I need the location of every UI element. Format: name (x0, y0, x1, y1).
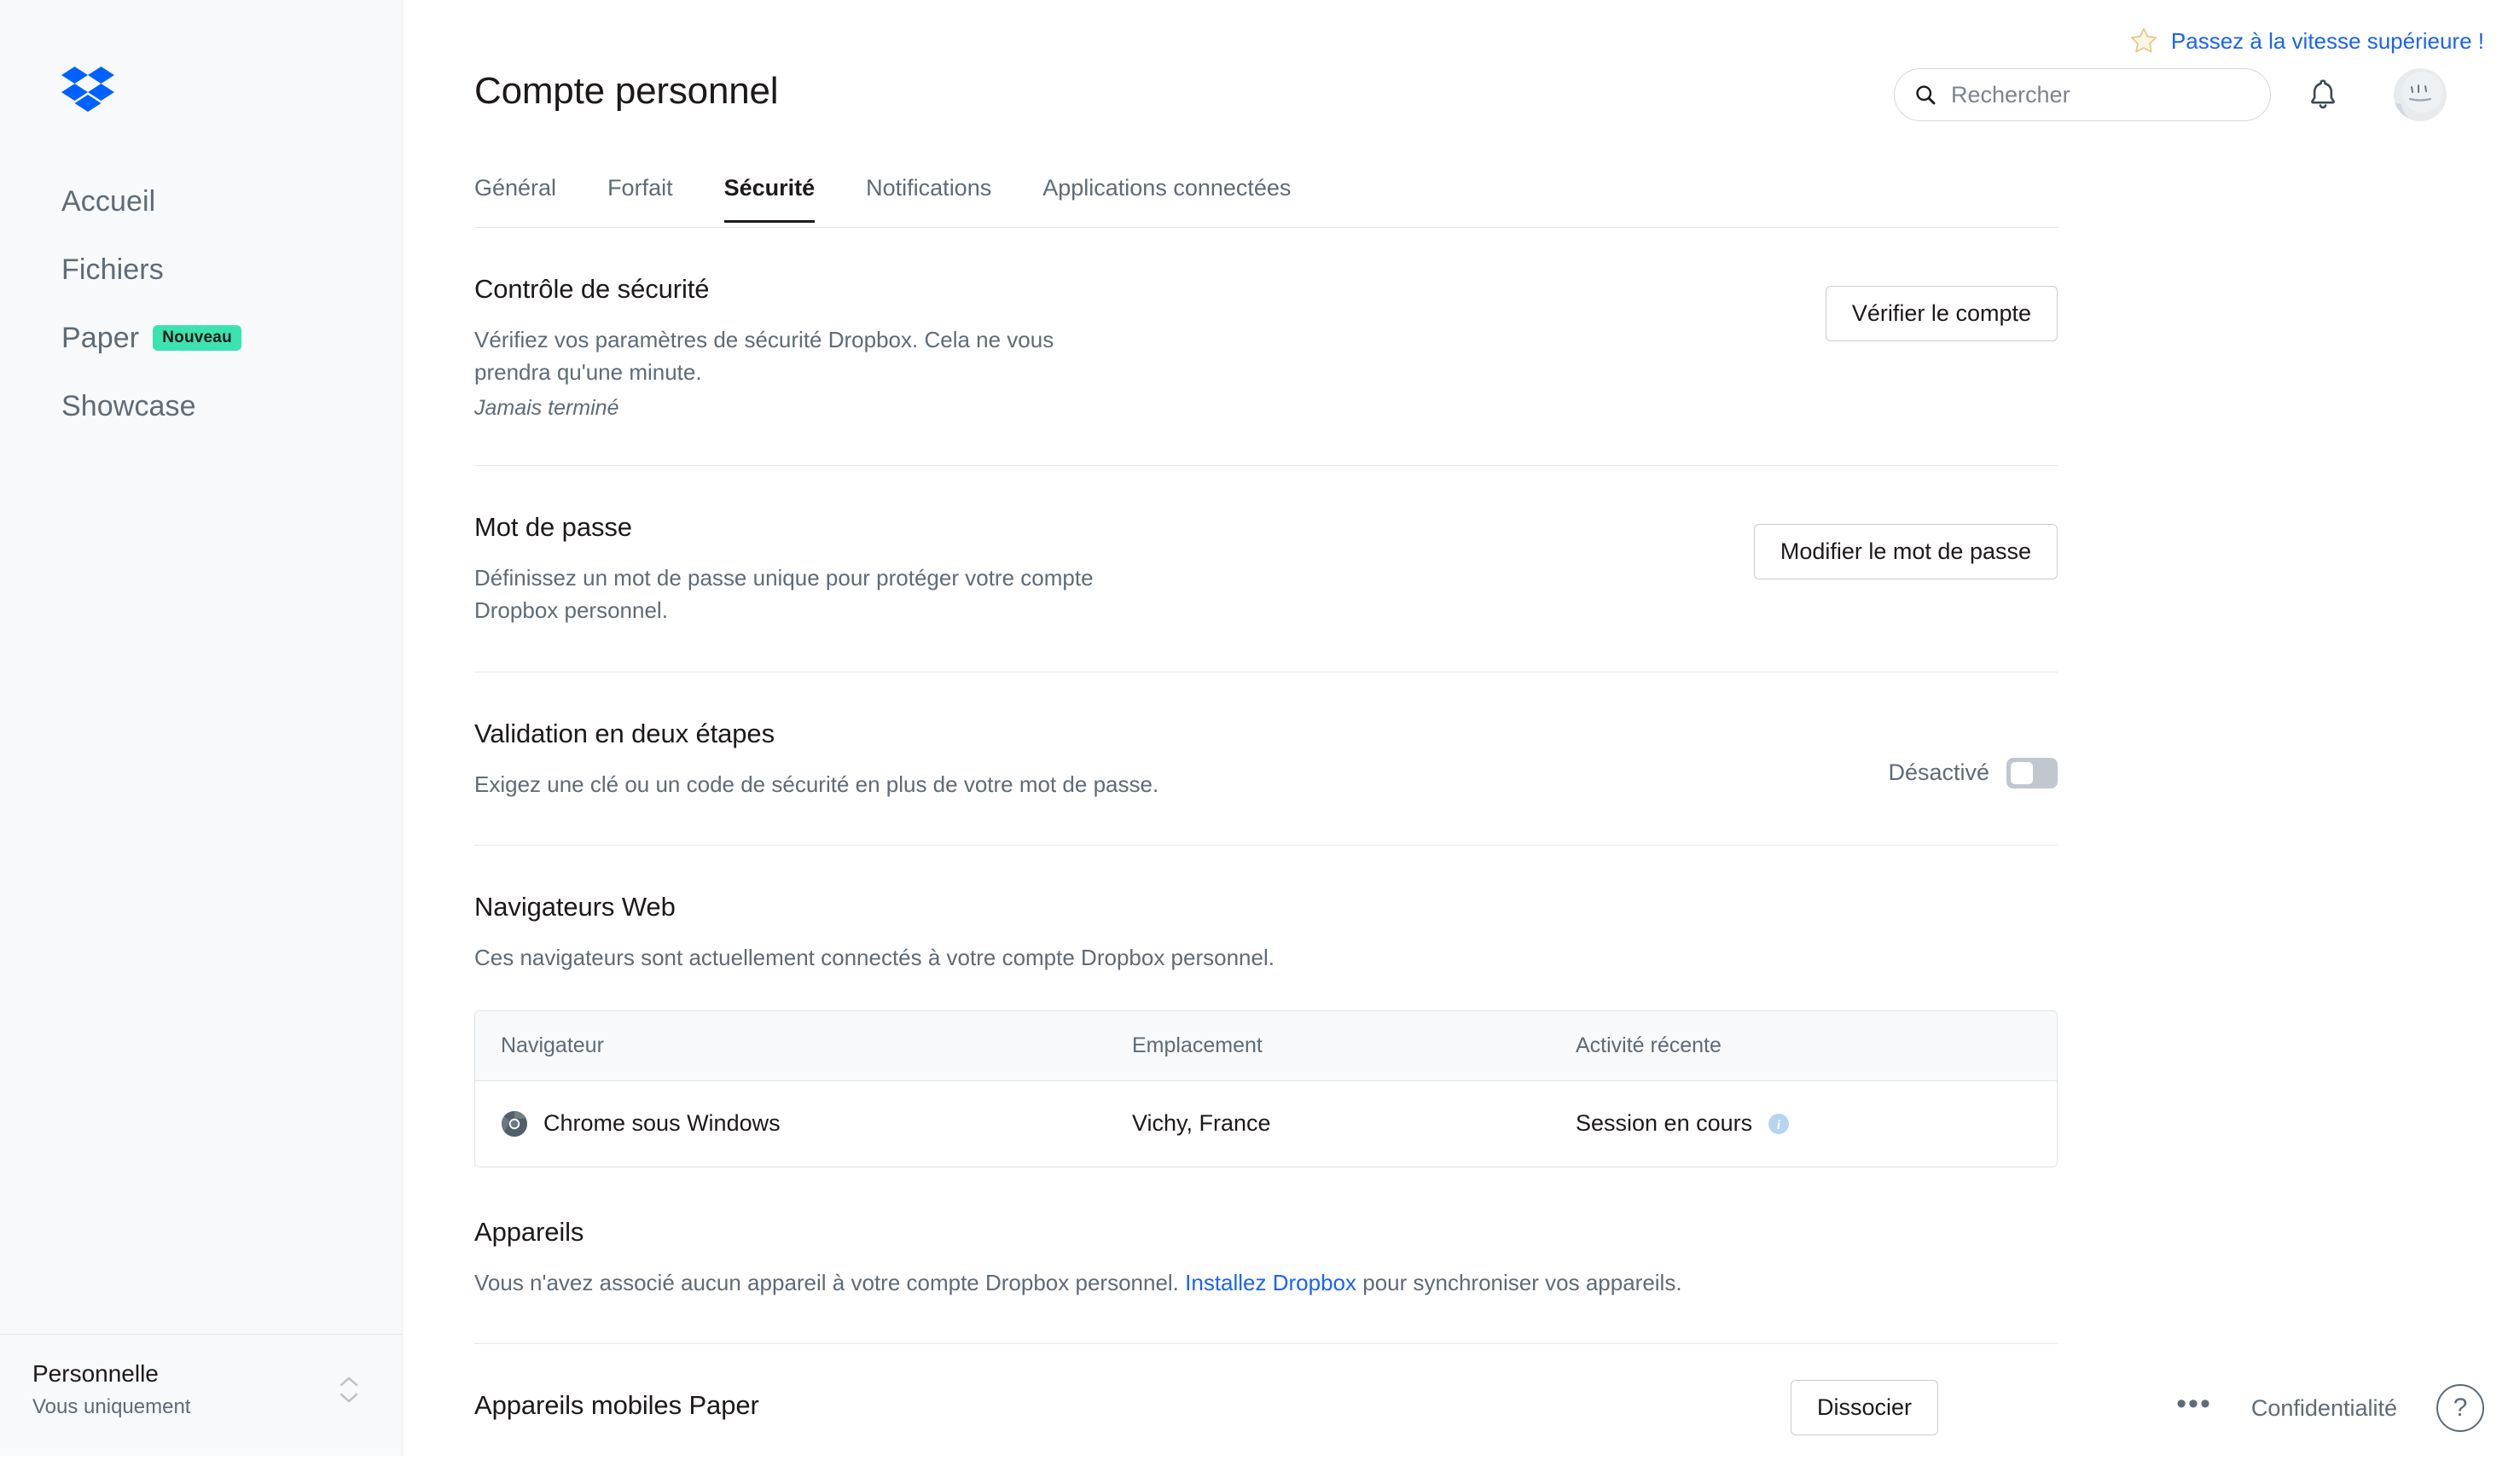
section-paper-devices: Appareils mobiles Paper Dissocier (474, 1344, 2058, 1484)
main-content: Contrôle de sécurité Vérifiez vos paramè… (474, 228, 2058, 1484)
two-step-toggle[interactable] (2006, 758, 2058, 789)
account-info: Personnelle Vous uniquement (32, 1357, 190, 1422)
devices-description-before: Vous n'avez associé aucun appareil à vot… (474, 1270, 1185, 1295)
devices-title: Appareils (474, 1217, 2058, 1248)
sidebar-item-label: Accueil (61, 185, 155, 218)
tab-applications-connectees[interactable]: Applications connectées (1042, 175, 1291, 223)
security-check-description: Vérifiez vos paramètres de sécurité Drop… (474, 323, 1131, 389)
table-row[interactable]: Chrome sous Windows Vichy, France Sessio… (475, 1081, 2057, 1167)
footer-bar: ••• Confidentialité ? (2176, 1384, 2484, 1432)
two-step-toggle-group[interactable]: Désactivé (1888, 758, 2058, 789)
upgrade-promo-link[interactable]: Passez à la vitesse supérieure ! (2128, 26, 2484, 56)
cell-activity: Session en cours i (1576, 1110, 2057, 1137)
notifications-button[interactable] (2296, 68, 2349, 121)
verify-account-button[interactable]: Vérifier le compte (1826, 286, 2058, 341)
change-password-button[interactable]: Modifier le mot de passe (1754, 524, 2058, 579)
account-subtitle: Vous uniquement (32, 1393, 190, 1422)
sidebar-item-fichiers[interactable]: Fichiers (0, 236, 402, 304)
badge-nouveau: Nouveau (153, 325, 241, 351)
sidebar: Accueil Fichiers Paper Nouveau Showcase … (0, 0, 403, 1456)
page-title: Compte personnel (474, 70, 778, 113)
sidebar-item-label: Paper (61, 322, 139, 355)
browsers-description: Ces navigateurs sont actuellement connec… (474, 941, 1754, 974)
star-icon (2128, 26, 2159, 56)
sidebar-item-paper[interactable]: Paper Nouveau (0, 304, 402, 372)
activity-text: Session en cours (1576, 1110, 1752, 1137)
tab-securite[interactable]: Sécurité (724, 175, 816, 223)
security-check-title: Contrôle de sécurité (474, 274, 2058, 305)
chrome-icon (501, 1110, 528, 1138)
more-options-button[interactable]: ••• (2176, 1389, 2212, 1427)
sidebar-item-label: Fichiers (61, 253, 164, 287)
devices-description-after: pour synchroniser vos appareils. (1356, 1270, 1682, 1295)
svg-text:i: i (1777, 1118, 1781, 1132)
toggle-knob (2011, 762, 2033, 784)
section-browsers: Navigateurs Web Ces navigateurs sont act… (474, 846, 2058, 1167)
search-icon (1913, 83, 1937, 107)
tab-forfait[interactable]: Forfait (607, 175, 673, 223)
sidebar-item-accueil[interactable]: Accueil (0, 167, 402, 236)
two-step-description: Exigez une clé ou un code de sécurité en… (474, 768, 1754, 800)
section-security-check: Contrôle de sécurité Vérifiez vos paramè… (474, 228, 2058, 466)
browsers-table: Navigateur Emplacement Activité récente (474, 1010, 2058, 1167)
account-name: Personnelle (32, 1357, 190, 1390)
account-switcher-stepper[interactable] (340, 1376, 358, 1403)
column-header-activite: Activité récente (1576, 1033, 2057, 1058)
dropbox-logo-icon[interactable] (61, 67, 114, 114)
section-two-step: Validation en deux étapes Exigez une clé… (474, 672, 2058, 846)
privacy-link[interactable]: Confidentialité (2251, 1395, 2397, 1422)
help-button[interactable]: ? (2436, 1384, 2484, 1432)
security-check-status: Jamais terminé (474, 396, 2058, 421)
tab-general[interactable]: Général (474, 175, 556, 223)
password-description: Définissez un mot de passe unique pour p… (474, 562, 1131, 627)
search-box[interactable] (1894, 68, 2271, 121)
search-input[interactable] (1951, 82, 2233, 108)
info-icon[interactable]: i (1768, 1113, 1790, 1135)
section-devices: Appareils Vous n'avez associé aucun appa… (474, 1167, 2058, 1344)
sidebar-nav: Accueil Fichiers Paper Nouveau Showcase (0, 167, 402, 440)
section-password: Mot de passe Définissez un mot de passe … (474, 466, 2058, 672)
bell-icon (2307, 78, 2339, 112)
two-step-toggle-label: Désactivé (1888, 759, 1989, 786)
cell-browser: Chrome sous Windows (475, 1110, 1132, 1138)
install-dropbox-link[interactable]: Installez Dropbox (1185, 1270, 1356, 1295)
chevron-up-icon (340, 1376, 358, 1387)
two-step-title: Validation en deux étapes (474, 719, 2058, 749)
devices-description: Vous n'avez associé aucun appareil à vot… (474, 1266, 1754, 1299)
browsers-title: Navigateurs Web (474, 892, 2058, 922)
column-header-emplacement: Emplacement (1132, 1033, 1576, 1058)
unlink-button[interactable]: Dissocier (1791, 1380, 1938, 1435)
account-switcher[interactable]: Personnelle Vous uniquement (0, 1334, 403, 1456)
sidebar-item-showcase[interactable]: Showcase (0, 372, 402, 440)
cell-location: Vichy, France (1132, 1110, 1576, 1137)
settings-tabs: Général Forfait Sécurité Notifications A… (474, 175, 2058, 228)
chevron-down-icon (340, 1393, 358, 1403)
column-header-navigateur: Navigateur (475, 1033, 1132, 1058)
avatar[interactable] (2394, 68, 2447, 121)
upgrade-promo-label: Passez à la vitesse supérieure ! (2171, 28, 2484, 55)
tab-notifications[interactable]: Notifications (866, 175, 991, 223)
sidebar-item-label: Showcase (61, 390, 196, 423)
browser-name: Chrome sous Windows (543, 1110, 781, 1137)
table-header-row: Navigateur Emplacement Activité récente (475, 1011, 2057, 1081)
